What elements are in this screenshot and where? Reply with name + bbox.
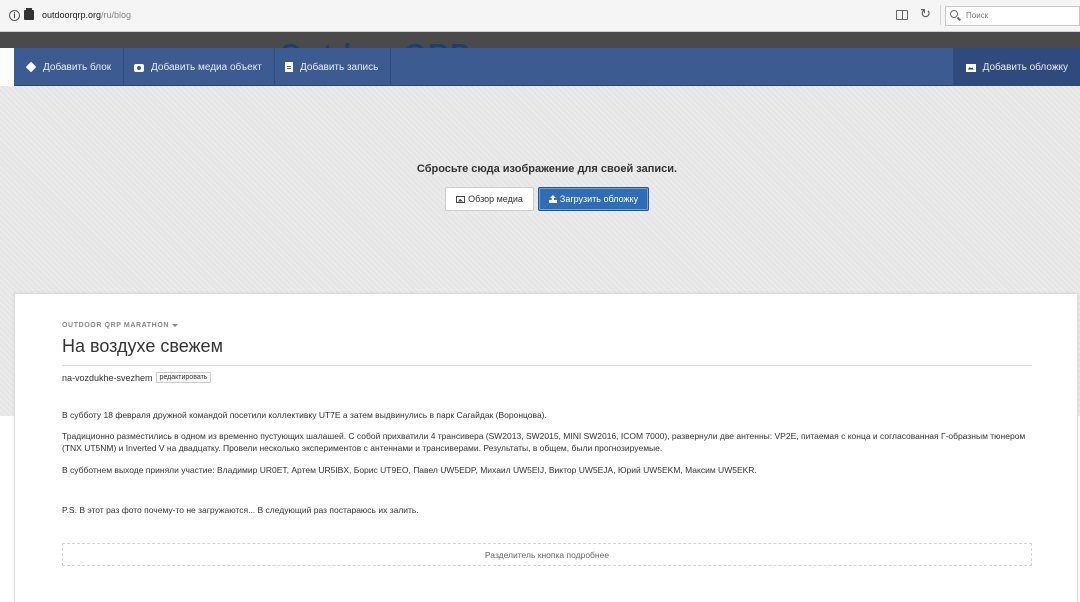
- camera-icon: [134, 63, 144, 72]
- browser-search-box[interactable]: [945, 6, 1080, 26]
- edit-slug-button[interactable]: редактировать: [155, 372, 212, 383]
- toolbar-divider: [940, 5, 941, 25]
- cube-icon: [25, 61, 37, 73]
- url-path: /ru/blog: [101, 10, 132, 20]
- upload-icon: [548, 195, 557, 203]
- add-post-label: Добавить запись: [300, 61, 379, 73]
- search-input[interactable]: [964, 10, 1074, 21]
- upload-cover-button[interactable]: Загрузить обложку: [538, 187, 649, 211]
- drop-zone-hint: Сбросьте сюда изображение для своей запи…: [416, 163, 678, 175]
- add-media-label: Добавить медиа объект: [151, 61, 262, 73]
- post-title[interactable]: На воздухе свежем: [62, 336, 223, 357]
- reader-view-icon[interactable]: [896, 10, 908, 20]
- add-block-button[interactable]: Добавить блок: [14, 48, 125, 86]
- site-header: OutdoorQRP: [0, 32, 1080, 48]
- post-editor-card: OUTDOOR QRP MARATHON На воздухе свежем n…: [14, 293, 1078, 602]
- browse-media-label: Обзор медиа: [468, 194, 523, 204]
- add-cover-label: Добавить обложку: [982, 61, 1068, 73]
- add-media-button[interactable]: Добавить медиа объект: [122, 48, 275, 86]
- url-host: outdoorqrp.org: [42, 10, 102, 20]
- document-icon: [285, 62, 293, 72]
- page-icon: [24, 8, 34, 20]
- site-info-icon[interactable]: i: [9, 10, 20, 21]
- site-logo[interactable]: OutdoorQRP: [280, 38, 471, 48]
- image-icon: [456, 195, 466, 203]
- category-label: OUTDOOR QRP MARATHON: [62, 322, 170, 329]
- paragraph: P.S. В этот раз фото почему-то не загруж…: [62, 505, 419, 515]
- caret-down-icon: [172, 323, 179, 327]
- upload-cover-label: Загрузить обложку: [559, 194, 639, 204]
- address-bar[interactable]: outdoorqrp.org/ru/blog: [42, 10, 131, 20]
- reload-icon[interactable]: ↻: [920, 6, 931, 22]
- paragraph: В субботу 18 февраля дружной командой по…: [62, 410, 547, 420]
- search-icon: [950, 10, 958, 18]
- add-block-label: Добавить блок: [43, 61, 112, 73]
- image-icon: [965, 63, 976, 72]
- add-post-button[interactable]: Добавить запись: [273, 48, 392, 86]
- paragraph: В субботнем выходе приняли участие: Влад…: [62, 465, 757, 475]
- category-dropdown[interactable]: OUTDOOR QRP MARATHON: [62, 322, 179, 329]
- editor-toolbar: Добавить блок Добавить медиа объект Доба…: [14, 48, 1080, 86]
- read-more-divider[interactable]: Разделитель кнопка подробнее: [62, 543, 1032, 566]
- paragraph: Традиционно разместились в одном из врем…: [62, 431, 1026, 453]
- title-divider: [62, 365, 1032, 366]
- slug-row: na-vozdukhe-svezhem редактировать: [62, 372, 212, 383]
- add-cover-button[interactable]: Добавить обложку: [952, 48, 1080, 86]
- browse-media-button[interactable]: Обзор медиа: [445, 187, 534, 211]
- browser-toolbar: i outdoorqrp.org/ru/blog ↻: [0, 0, 1080, 32]
- post-slug: na-vozdukhe-svezhem: [62, 372, 153, 383]
